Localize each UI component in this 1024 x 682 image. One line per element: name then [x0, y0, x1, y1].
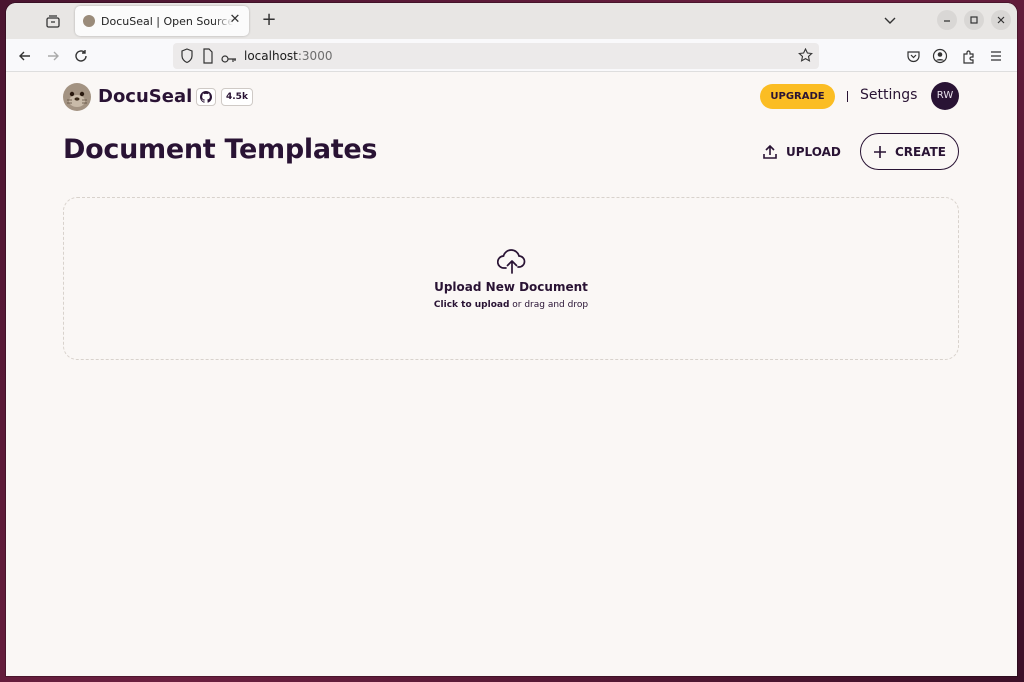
page-icon[interactable] — [202, 48, 214, 68]
upload-icon — [763, 144, 777, 159]
extensions-icon[interactable] — [957, 45, 979, 67]
avatar[interactable]: RW — [931, 82, 959, 110]
forward-icon[interactable] — [42, 45, 64, 67]
favicon-icon — [83, 15, 95, 27]
star-icon[interactable] — [798, 47, 813, 67]
close-tab-icon[interactable]: ✕ — [227, 12, 243, 28]
browser-tab[interactable]: DocuSeal | Open Source Document Signing … — [75, 6, 249, 36]
url-port: :3000 — [297, 49, 333, 63]
create-button[interactable]: CREATE — [860, 133, 959, 170]
tab-overview-icon[interactable] — [39, 7, 67, 35]
dropzone-click-text: Click to upload — [433, 300, 510, 310]
dropzone-rest-text: or drag and drop — [509, 300, 589, 310]
dropzone-subtitle: Click to upload or drag and drop — [64, 300, 958, 310]
url-host: localhost — [244, 49, 298, 63]
key-icon[interactable] — [221, 50, 237, 69]
tab-title: DocuSeal | Open Source Document Signing — [101, 14, 233, 28]
browser-window: DocuSeal | Open Source Document Signing … — [6, 3, 1017, 676]
app-content: DocuSeal 4.5k UPGRADE Settings RW Docume… — [6, 72, 1017, 676]
settings-link[interactable]: Settings — [860, 87, 917, 103]
plus-icon — [874, 145, 886, 158]
upgrade-button[interactable]: UPGRADE — [760, 84, 835, 109]
navigation-bar: localhost:3000 — [6, 39, 1017, 72]
pocket-icon[interactable] — [902, 45, 924, 67]
brand-name[interactable]: DocuSeal — [98, 86, 192, 107]
reload-icon[interactable] — [70, 45, 92, 67]
upload-dropzone[interactable]: Upload New Document Click to upload or d… — [63, 197, 959, 360]
dropzone-title: Upload New Document — [434, 280, 588, 294]
menu-icon[interactable] — [985, 45, 1007, 67]
page-title: Document Templates — [63, 134, 378, 165]
github-stars-count[interactable]: 4.5k — [221, 88, 253, 106]
url-text[interactable]: localhost:3000 — [244, 49, 332, 63]
account-icon[interactable] — [929, 45, 951, 67]
url-bar[interactable]: localhost:3000 — [173, 43, 819, 69]
chevron-down-icon[interactable] — [882, 12, 898, 28]
cloud-upload-icon — [497, 249, 526, 274]
github-icon[interactable] — [196, 88, 216, 106]
docuseal-logo-icon[interactable] — [62, 82, 92, 112]
header-divider — [847, 91, 848, 102]
new-tab-icon[interactable]: + — [258, 9, 280, 31]
create-label: CREATE — [895, 144, 946, 159]
tab-strip: DocuSeal | Open Source Document Signing … — [6, 3, 1017, 39]
close-window-icon[interactable] — [991, 10, 1011, 30]
minimize-icon[interactable] — [937, 10, 957, 30]
back-icon[interactable] — [14, 45, 36, 67]
upload-button[interactable]: UPLOAD — [762, 140, 841, 164]
upload-label: UPLOAD — [786, 145, 841, 159]
shield-icon[interactable] — [180, 48, 194, 68]
maximize-icon[interactable] — [964, 10, 984, 30]
